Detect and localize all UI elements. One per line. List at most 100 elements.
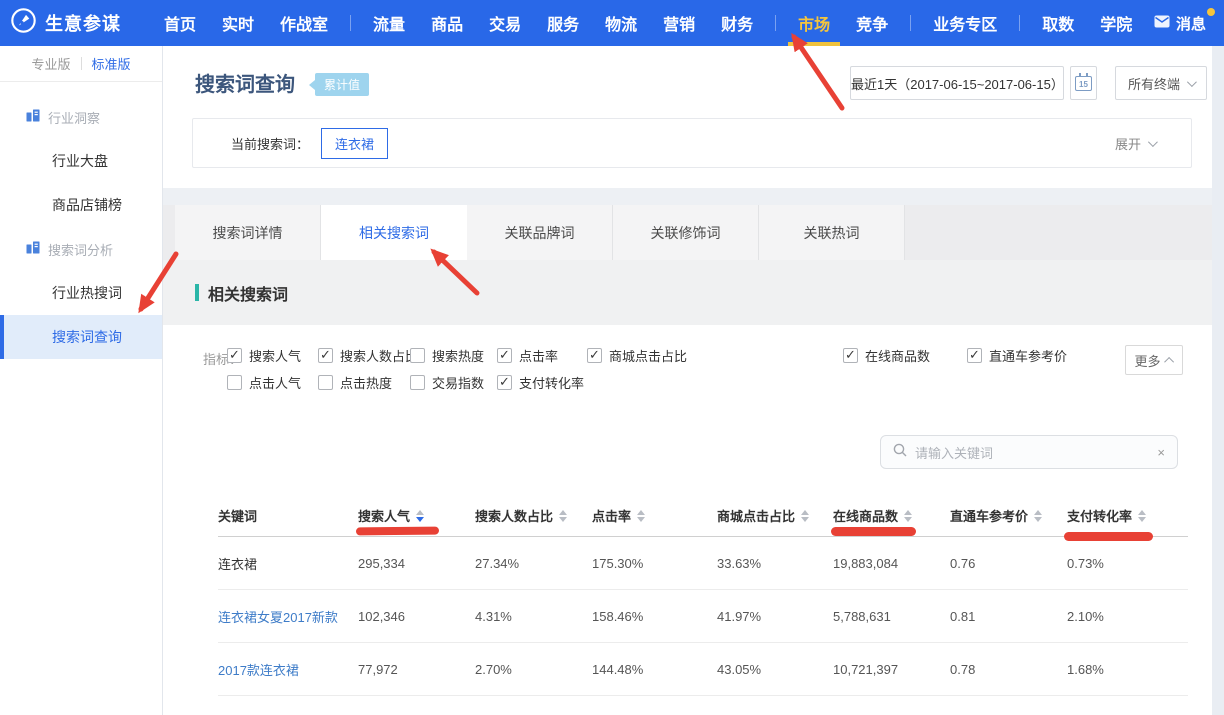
- sidebar-item-industry-hot-words[interactable]: 行业热搜词: [0, 271, 162, 315]
- cb-mall-click-ratio[interactable]: 商城点击占比: [587, 347, 687, 363]
- nav-item-business-zone[interactable]: 业务专区: [920, 0, 1010, 46]
- teal-accent-bar: [195, 284, 199, 301]
- nav-item-academy[interactable]: 学院: [1087, 0, 1145, 46]
- nav-item-market[interactable]: 市场: [785, 0, 843, 46]
- sidebar-tab-professional[interactable]: 专业版: [31, 54, 70, 73]
- tab-related-modifier-words[interactable]: 关联修饰词: [613, 205, 759, 260]
- sidebar-item-industry-overview[interactable]: 行业大盘: [0, 139, 162, 183]
- th-search-popularity[interactable]: 搜索人气: [358, 506, 475, 525]
- sidebar-group-label: 搜索词分析: [48, 240, 113, 259]
- top-navbar: 生意参谋 首页 实时 作战室 流量 商品 交易 服务 物流 营销 财务 市场 竞…: [0, 0, 1224, 46]
- cell: 10,721,397: [833, 662, 950, 677]
- cell: 5,788,631: [833, 609, 950, 624]
- th-click-rate[interactable]: 点击率: [592, 506, 717, 525]
- clear-search-icon[interactable]: ×: [1157, 445, 1165, 460]
- nav-divider: [350, 15, 351, 31]
- sidebar-tab-standard[interactable]: 标准版: [92, 54, 131, 73]
- cell: 27.34%: [475, 556, 592, 571]
- section-gap: [163, 188, 1212, 205]
- expand-toggle[interactable]: 展开: [1115, 134, 1155, 153]
- related-words-table: 关键词 搜索人气 搜索人数占比 点击率 商城点击占比 在线商品数 直通车参考价 …: [218, 495, 1188, 696]
- sort-icon[interactable]: [1034, 510, 1042, 522]
- nav-item-trade[interactable]: 交易: [476, 0, 534, 46]
- cb-click-popularity[interactable]: 点击人气: [227, 374, 301, 390]
- date-range-selector[interactable]: 最近1天（2017-06-15~2017-06-15）: [850, 66, 1064, 100]
- checkbox-icon: [497, 375, 512, 390]
- tab-related-search-words[interactable]: 相关搜索词: [321, 205, 467, 260]
- nav-divider: [775, 15, 776, 31]
- tab-related-brand-words[interactable]: 关联品牌词: [467, 205, 613, 260]
- sidebar-item-product-shop-rank[interactable]: 商品店铺榜: [0, 183, 162, 227]
- envelope-icon: [1154, 15, 1170, 32]
- keyword-search-input[interactable]: 请输入关键词 ×: [880, 435, 1178, 469]
- cb-online-products[interactable]: 在线商品数: [843, 347, 930, 363]
- cell: 41.97%: [717, 609, 833, 624]
- th-payment-conversion[interactable]: 支付转化率: [1067, 506, 1188, 525]
- sidebar-group-label: 行业洞察: [48, 108, 100, 127]
- cell: 0.81: [950, 609, 1067, 624]
- cb-trade-index[interactable]: 交易指数: [410, 374, 484, 390]
- cb-search-heat[interactable]: 搜索热度: [410, 347, 484, 363]
- sidebar-item-search-word-query[interactable]: 搜索词查询: [0, 315, 162, 359]
- cb-payment-conversion[interactable]: 支付转化率: [497, 374, 584, 390]
- nav-item-logistics[interactable]: 物流: [592, 0, 650, 46]
- cb-search-popularity[interactable]: 搜索人气: [227, 347, 301, 363]
- nav-item-marketing[interactable]: 营销: [650, 0, 708, 46]
- th-mall-click-ratio[interactable]: 商城点击占比: [717, 506, 833, 525]
- cb-click-heat[interactable]: 点击热度: [318, 374, 392, 390]
- th-keyword: 关键词: [218, 506, 358, 525]
- cell: 43.05%: [717, 662, 833, 677]
- cell: 19,883,084: [833, 556, 950, 571]
- messages-button[interactable]: 消息: [1154, 13, 1206, 34]
- th-online-products[interactable]: 在线商品数: [833, 506, 950, 525]
- nav-item-product[interactable]: 商品: [418, 0, 476, 46]
- terminal-filter-select[interactable]: 所有终端: [1115, 66, 1207, 100]
- sort-icon[interactable]: [801, 510, 809, 522]
- checkbox-icon: [410, 348, 425, 363]
- tab-search-word-detail[interactable]: 搜索词详情: [175, 205, 321, 260]
- cell: 4.31%: [475, 609, 592, 624]
- nav-item-realtime[interactable]: 实时: [209, 0, 267, 46]
- sidebar-group-search-word-analysis: 搜索词分析: [0, 227, 162, 271]
- cb-searcher-ratio[interactable]: 搜索人数占比: [318, 347, 418, 363]
- nav-item-service[interactable]: 服务: [534, 0, 592, 46]
- current-word-tag[interactable]: 连衣裙: [321, 128, 388, 159]
- th-ztc-ref-price[interactable]: 直通车参考价: [950, 506, 1067, 525]
- sort-icon[interactable]: [904, 510, 912, 522]
- page-background-strip: [1212, 46, 1224, 715]
- checkbox-icon: [843, 348, 858, 363]
- sort-icon[interactable]: [637, 510, 645, 522]
- nav-item-traffic[interactable]: 流量: [360, 0, 418, 46]
- calendar-button[interactable]: 15: [1070, 66, 1097, 100]
- checkbox-icon: [318, 375, 333, 390]
- cell: 0.78: [950, 662, 1067, 677]
- sort-icon[interactable]: [559, 510, 567, 522]
- more-metrics-button[interactable]: 更多: [1125, 345, 1183, 375]
- tab-related-hot-words[interactable]: 关联热词: [759, 205, 905, 260]
- nav-items: 首页 实时 作战室 流量 商品 交易 服务 物流 营销 财务 市场 竞争 业务专…: [151, 0, 1145, 46]
- main-content: 搜索词查询 累计值 最近1天（2017-06-15~2017-06-15） 15…: [163, 46, 1212, 715]
- terminal-filter-value: 所有终端: [1128, 74, 1180, 93]
- sort-icon[interactable]: [416, 510, 424, 522]
- cell: 102,346: [358, 609, 475, 624]
- search-placeholder: 请输入关键词: [915, 443, 1149, 462]
- nav-item-competition[interactable]: 竞争: [843, 0, 901, 46]
- more-label: 更多: [1134, 351, 1160, 370]
- cell-keyword-link[interactable]: 2017款连衣裙: [218, 660, 358, 679]
- brand[interactable]: 生意参谋: [10, 7, 121, 39]
- section-title-text: 相关搜索词: [208, 281, 288, 305]
- sort-icon[interactable]: [1138, 510, 1146, 522]
- cell-keyword: 连衣裙: [218, 554, 358, 573]
- nav-item-data-fetch[interactable]: 取数: [1029, 0, 1087, 46]
- sidebar: 专业版 标准版 行业洞察 行业大盘 商品店铺榜: [0, 46, 163, 715]
- th-searcher-ratio[interactable]: 搜索人数占比: [475, 506, 592, 525]
- nav-item-finance[interactable]: 财务: [708, 0, 766, 46]
- nav-item-home[interactable]: 首页: [151, 0, 209, 46]
- cb-ztc-ref-price[interactable]: 直通车参考价: [967, 347, 1067, 363]
- nav-item-war-room[interactable]: 作战室: [267, 0, 341, 46]
- current-search-word-box: 当前搜索词： 连衣裙 展开: [192, 118, 1192, 168]
- cell-keyword-link[interactable]: 连衣裙女夏2017新款: [218, 607, 358, 626]
- cb-click-rate[interactable]: 点击率: [497, 347, 558, 363]
- table-row: 2017款连衣裙 77,972 2.70% 144.48% 43.05% 10,…: [218, 643, 1188, 696]
- checkbox-icon: [227, 348, 242, 363]
